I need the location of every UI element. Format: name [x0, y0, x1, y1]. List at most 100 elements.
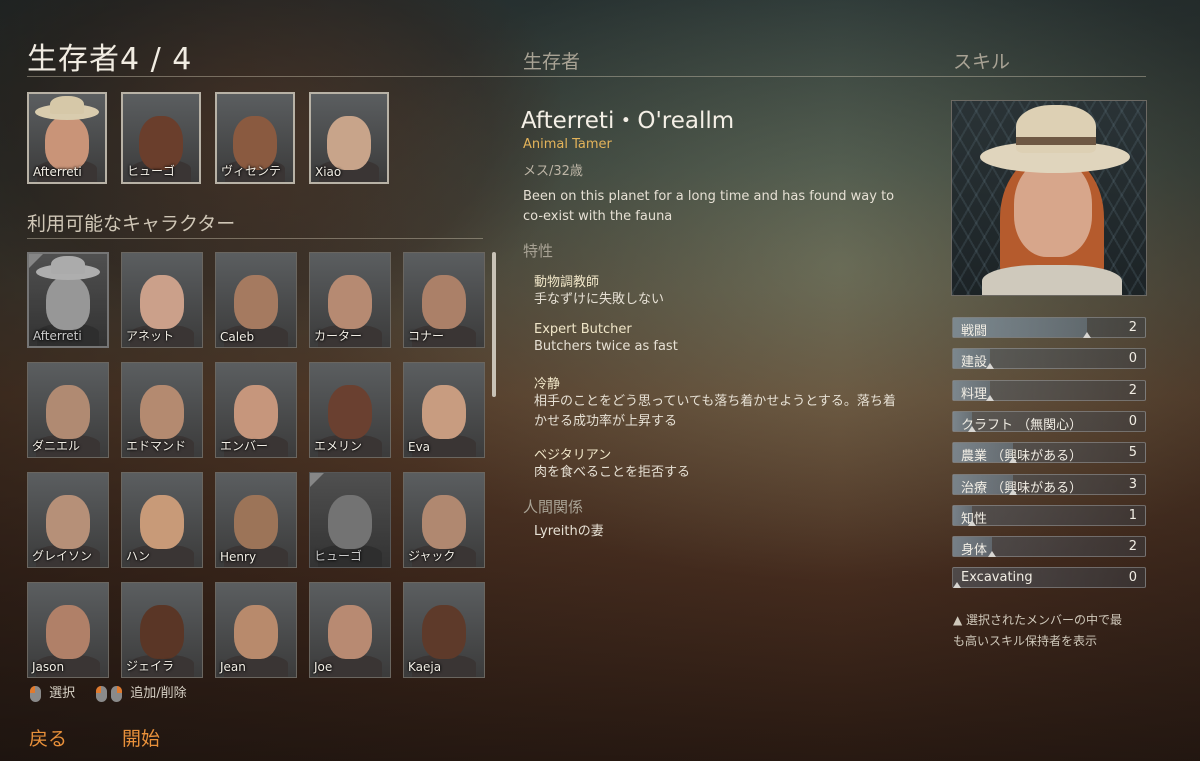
party-member-name: ヴィセンテ [221, 164, 282, 178]
skill-value: 3 [1128, 476, 1137, 492]
back-button[interactable]: 戻る [29, 724, 67, 751]
character-card[interactable]: ヒューゴ [309, 472, 391, 568]
portrait-face [140, 495, 184, 549]
character-card[interactable]: Jason [27, 582, 109, 678]
title-divider [27, 76, 499, 77]
skill-value: 2 [1128, 320, 1137, 335]
best-skill-marker-icon [1082, 332, 1091, 338]
description-line: co-exist with the fauna [523, 209, 673, 224]
character-card[interactable]: Joe [309, 582, 391, 678]
character-card-name: Afterreti [33, 329, 82, 343]
page-title: 生存者4 / 4 [27, 42, 193, 77]
portrait-face [234, 275, 278, 329]
character-card-name: ハン [126, 549, 151, 563]
character-card-name: ジェイラ [126, 659, 175, 673]
portrait-face [422, 275, 466, 329]
skill-name: 戦闘 [961, 324, 988, 339]
left-mouse-icon [96, 685, 107, 702]
character-card[interactable]: グレイソン [27, 472, 109, 568]
hint-select-label: 選択 [49, 686, 76, 701]
character-card[interactable]: Henry [215, 472, 297, 568]
hint-select: 選択 [30, 682, 75, 702]
portrait-face [234, 495, 278, 549]
party-member-name: Afterreti [33, 165, 82, 179]
description-line: Been on this planet for a long time and … [523, 189, 895, 204]
skill-name: 身体 [961, 543, 988, 559]
hat-top [50, 96, 84, 114]
character-name: Afterreti・O'reallm [521, 108, 735, 134]
skills-note: ▲ 選択されたメンバーの中で最 も高いスキル保持者を表示 [953, 610, 1122, 652]
skill-value: 5 [1128, 445, 1137, 461]
survivor-section-title: 生存者 [523, 51, 581, 73]
character-card-name: グレイソン [32, 549, 93, 563]
party-member[interactable]: Xiao [309, 92, 389, 184]
portrait-face [422, 385, 466, 439]
party-member[interactable]: Afterreti [27, 92, 107, 184]
party-member[interactable]: ヴィセンテ [215, 92, 295, 184]
start-button[interactable]: 開始 [122, 724, 160, 751]
portrait-face [328, 275, 372, 329]
portrait-face [328, 495, 372, 549]
portrait-face [46, 605, 90, 659]
character-card[interactable]: Kaeja [403, 582, 485, 678]
character-card-name: エドマンド [126, 439, 187, 453]
skill-name: Excavating [961, 570, 1033, 586]
skills-divider [922, 76, 1146, 77]
character-card[interactable]: コナー [403, 252, 485, 348]
skills-note-line: ▲ 選択されたメンバーの中で最 [953, 613, 1123, 627]
character-card[interactable]: ジェイラ [121, 582, 203, 678]
portrait-face [328, 605, 372, 659]
survivor-divider [499, 76, 922, 77]
roster-scrollbar[interactable] [492, 252, 496, 397]
skill-value: 0 [1128, 413, 1137, 429]
trait-desc: 肉を食べることを拒否する [534, 465, 691, 480]
trait-desc: 手なずけに失敗しない [534, 292, 665, 307]
character-card[interactable]: ジャック [403, 472, 485, 568]
best-skill-marker-icon [968, 519, 977, 526]
portrait-face [46, 495, 90, 549]
skill-value: 1 [1128, 507, 1137, 523]
character-card[interactable]: Caleb [215, 252, 297, 348]
trait-item: ベジタリアン 肉を食べることを拒否する [534, 444, 924, 483]
trait-item: 冷静 相手のことをどう思っていても落ち着かせようとする。落ち着 かせる成功率が上… [534, 373, 924, 444]
character-card[interactable]: Jean [215, 582, 297, 678]
party-member-name: Xiao [315, 165, 342, 179]
character-description: Been on this planet for a long time and … [523, 187, 903, 227]
relations-title: 人間関係 [523, 498, 584, 516]
trait-name: 冷静 [534, 377, 561, 392]
right-mouse-icon [111, 685, 123, 702]
character-card-name: Eva [408, 440, 431, 454]
hint-add-remove-label: 追加/削除 [130, 686, 187, 701]
character-card[interactable]: エンバー [215, 362, 297, 458]
character-card-name: Jean [220, 660, 246, 674]
portrait-face [422, 605, 466, 659]
character-card-name: エンバー [220, 439, 269, 453]
portrait-face [140, 275, 184, 329]
skill-value: 0 [1128, 570, 1137, 586]
in-party-flag-icon [29, 254, 43, 268]
skill-row: Excavating 0 [952, 567, 1146, 589]
skill-row: 知性 1 [952, 504, 1146, 527]
portrait-face [234, 385, 278, 439]
trait-name: ベジタリアン [534, 448, 612, 463]
skill-row: 建設 0 [952, 348, 1146, 370]
character-card[interactable]: Eva [403, 362, 485, 458]
character-card[interactable]: Afterreti [27, 252, 109, 348]
party-member-name: ヒューゴ [127, 164, 176, 178]
character-card-name: Jason [32, 660, 65, 674]
character-card-name: エメリン [314, 439, 363, 453]
party-member[interactable]: ヒューゴ [121, 92, 201, 184]
skill-row: 戦闘 2 [952, 317, 1146, 339]
character-card[interactable]: アネット [121, 252, 203, 348]
portrait-face [46, 385, 90, 439]
character-card[interactable]: エドマンド [121, 362, 203, 458]
portrait-face [234, 605, 278, 659]
character-card[interactable]: カーター [309, 252, 391, 348]
character-card[interactable]: ハン [121, 472, 203, 568]
hat-top [51, 256, 85, 274]
skill-value: 0 [1128, 351, 1137, 367]
best-skill-marker-icon [985, 363, 994, 370]
portrait-face [140, 605, 184, 659]
character-card[interactable]: エメリン [309, 362, 391, 458]
character-card[interactable]: ダニエル [27, 362, 109, 458]
